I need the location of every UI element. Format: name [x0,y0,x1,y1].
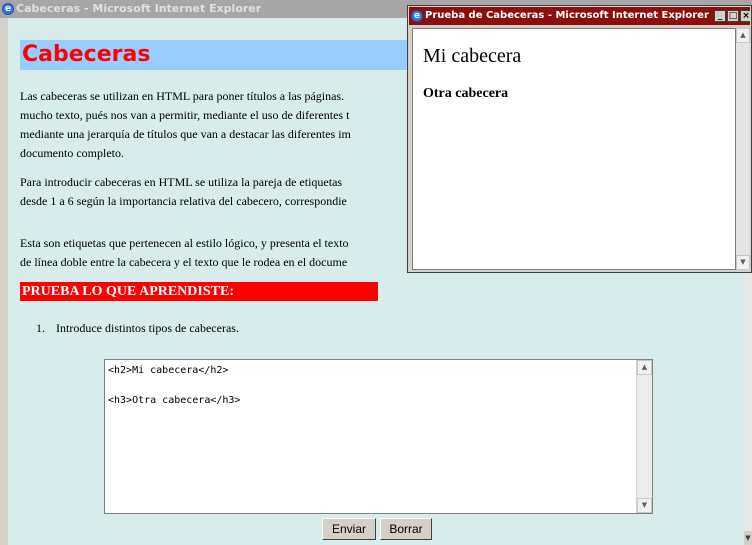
list-item-text: Introduce distintos tipos de cabeceras. [56,321,239,335]
scroll-down-icon[interactable]: ▼ [744,531,752,545]
minimize-icon[interactable]: _ [714,10,726,22]
list-item: 1. Introduce distintos tipos de cabeceras… [36,319,239,337]
scroll-up-icon[interactable]: ▲ [637,360,652,375]
popup-browser-window: e Prueba de Cabeceras - Microsoft Intern… [407,5,752,273]
list-number: 1. [36,321,45,335]
send-button[interactable]: Enviar [322,518,376,540]
main-window-title: Cabeceras - Microsoft Internet Explorer [16,2,262,15]
practice-heading: PRUEBA LO QUE APRENDISTE: [20,282,378,301]
clear-button[interactable]: Borrar [380,518,432,540]
ie-icon: e [2,3,14,15]
code-scrollbar[interactable]: ▲ ▼ [636,360,652,513]
popup-scrollbar[interactable]: ▲ ▼ [736,28,750,270]
close-icon[interactable]: × [740,10,750,22]
scroll-up-icon[interactable]: ▲ [736,28,750,43]
popup-title-bar[interactable]: e Prueba de Cabeceras - Microsoft Intern… [409,7,750,25]
maximize-icon[interactable]: □ [727,10,739,22]
scroll-down-icon[interactable]: ▼ [736,255,750,270]
popup-h3-heading: Otra cabecera [423,86,509,101]
scroll-down-icon[interactable]: ▼ [637,498,652,513]
popup-content: Mi cabecera Otra cabecera [412,28,736,270]
code-text[interactable]: <h2>Mi cabecera</h2> <h3>Otra cabecera</… [108,363,240,408]
page-heading: Cabeceras [20,40,410,70]
popup-h2-heading: Mi cabecera [423,45,522,67]
code-textarea[interactable]: <h2>Mi cabecera</h2> <h3>Otra cabecera</… [104,359,653,514]
ie-icon: e [411,10,423,22]
popup-window-title: Prueba de Cabeceras - Microsoft Internet… [425,10,709,21]
